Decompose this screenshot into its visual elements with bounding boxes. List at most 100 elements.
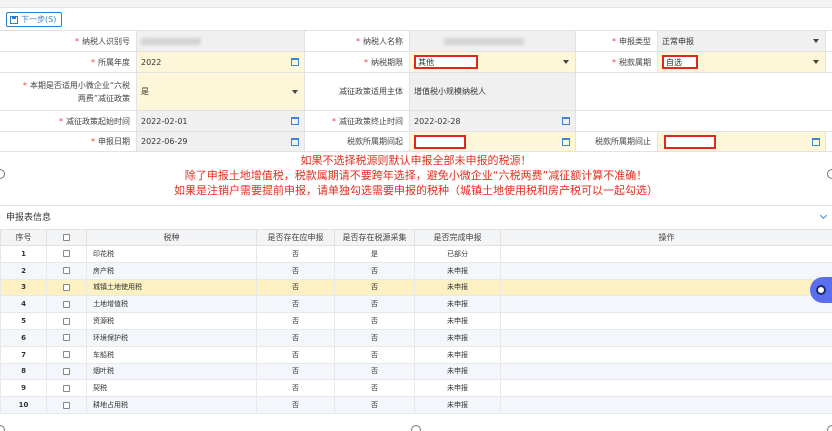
- policy-start-label: * 减征政策起始时间: [0, 111, 137, 131]
- table-row[interactable]: 3 城镇土地使用税否否未申报: [0, 278, 832, 297]
- policy-start-field[interactable]: 2022-02-01: [137, 111, 305, 131]
- row-declare-status: 未申报: [414, 278, 501, 297]
- row-select-checkbox[interactable]: [63, 300, 70, 308]
- period-select[interactable]: 其他: [410, 52, 576, 72]
- next-step-button[interactable]: 下一步(S): [6, 12, 62, 27]
- col-tax-header: 税种: [86, 229, 257, 246]
- row-select-checkbox[interactable]: [63, 283, 70, 291]
- resize-handle[interactable]: [411, 425, 421, 431]
- row-tax-name: 耕地占用税: [86, 396, 257, 414]
- resize-handle[interactable]: [827, 425, 832, 431]
- top-strip: [0, 0, 832, 8]
- period-start-field[interactable]: [410, 132, 576, 151]
- declare-date-field[interactable]: 2022-06-29: [137, 132, 305, 151]
- row-checkbox[interactable]: [46, 362, 87, 381]
- row-source-collected: 否: [334, 362, 415, 381]
- row-select-checkbox[interactable]: [63, 334, 70, 342]
- policy-end-field[interactable]: 2022-02-28: [410, 111, 576, 131]
- row-checkbox[interactable]: [46, 328, 87, 347]
- period-end-field[interactable]: [658, 132, 826, 151]
- declaration-table: 序号 税种 是否存在应申报 是否存在税源采集 是否完成申报 操作 1 印花税否是已…: [0, 229, 832, 414]
- table-row[interactable]: 5 资源税否否未申报: [0, 312, 832, 330]
- declare-type-select[interactable]: 正常申报: [658, 31, 826, 51]
- row-index: 1: [0, 245, 47, 263]
- table-row[interactable]: 7 车船税否否未申报: [0, 345, 832, 364]
- row-operation: [500, 245, 832, 263]
- chevron-down-icon: [813, 60, 819, 64]
- row-operation: [500, 312, 832, 330]
- resize-handle-right[interactable]: [827, 169, 832, 179]
- row-source-collected: 否: [334, 278, 415, 297]
- table-row[interactable]: 6 环境保护税否否未申报: [0, 328, 832, 347]
- row-select-checkbox[interactable]: [63, 401, 70, 409]
- row-source-collected: 否: [334, 345, 415, 364]
- table-row[interactable]: 10 耕地占用税否否未申报: [0, 396, 832, 414]
- section-title: 申报表信息: [6, 213, 52, 223]
- policy-subject-label: 减征政策适用主体: [305, 73, 410, 110]
- row-declare-status: 未申报: [414, 362, 501, 381]
- row-tax-name: 环境保护税: [86, 328, 257, 347]
- calendar-icon[interactable]: [562, 137, 570, 146]
- row-select-checkbox[interactable]: [63, 317, 70, 325]
- table-row[interactable]: 1 印花税否是已部分: [0, 245, 832, 263]
- row-checkbox[interactable]: [46, 345, 87, 364]
- table-row[interactable]: 4 土地增值税否否未申报: [0, 295, 832, 314]
- tax-period-select[interactable]: 自选: [658, 52, 826, 72]
- year-field[interactable]: 2022: [137, 52, 305, 72]
- row-should-declare: 否: [256, 295, 335, 314]
- row-checkbox[interactable]: [46, 379, 87, 398]
- row-checkbox[interactable]: [46, 312, 87, 330]
- chat-assistant-button[interactable]: [810, 277, 832, 303]
- row-source-collected: 否: [334, 396, 415, 414]
- row-tax-name: 车船税: [86, 345, 257, 364]
- row-index: 6: [0, 328, 47, 347]
- row-declare-status: 未申报: [414, 396, 501, 414]
- table-row[interactable]: 8 烟叶税否否未申报: [0, 362, 832, 381]
- policy-end-label: * 减征政策终止时间: [305, 111, 410, 131]
- row-source-collected: 否: [334, 295, 415, 314]
- table-header-row: 序号 税种 是否存在应申报 是否存在税源采集 是否完成申报 操作: [0, 229, 832, 246]
- row-source-collected: 否: [334, 261, 415, 280]
- select-all-checkbox[interactable]: [63, 234, 70, 241]
- section-header[interactable]: 申报表信息: [0, 205, 832, 227]
- calendar-icon[interactable]: [291, 58, 299, 66]
- row-index: 3: [0, 278, 47, 297]
- row-checkbox[interactable]: [46, 261, 87, 280]
- table-row[interactable]: 9 契税否否未申报: [0, 379, 832, 398]
- next-step-label: 下一步(S): [21, 15, 57, 24]
- row-checkbox[interactable]: [46, 245, 87, 263]
- row-declare-status: 未申报: [414, 295, 501, 314]
- row-should-declare: 否: [256, 245, 335, 263]
- row-tax-name: 城镇土地使用税: [86, 278, 257, 297]
- declare-type-label: * 申报类型: [576, 31, 658, 51]
- row-select-checkbox[interactable]: [63, 384, 70, 392]
- row-should-declare: 否: [256, 345, 335, 364]
- row-checkbox[interactable]: [46, 295, 87, 314]
- row-tax-name: 资源税: [86, 312, 257, 330]
- row-checkbox[interactable]: [46, 396, 87, 414]
- row-select-checkbox[interactable]: [63, 267, 70, 275]
- row-select-checkbox[interactable]: [63, 250, 70, 258]
- row-select-checkbox[interactable]: [63, 367, 70, 375]
- row-source-collected: 否: [334, 328, 415, 347]
- calendar-icon[interactable]: [812, 137, 820, 146]
- period-label: * 纳税期限: [305, 52, 410, 72]
- resize-handle[interactable]: [0, 425, 5, 431]
- calendar-icon[interactable]: [291, 117, 299, 125]
- row-declare-status: 未申报: [414, 328, 501, 347]
- row-should-declare: 否: [256, 261, 335, 280]
- table-row[interactable]: 2 房产税否否未申报: [0, 261, 832, 280]
- toolbar: 下一步(S): [0, 8, 832, 30]
- period-end-label: 税款所属期间止: [576, 132, 658, 151]
- small-biz-select[interactable]: 是: [137, 73, 305, 110]
- chevron-down-icon[interactable]: [819, 211, 828, 220]
- notice-line-2: 除了申报土地增值税，税款属期请不要跨年选择，避免小微企业“六税两费”减征额计算不…: [184, 169, 648, 182]
- declare-date-label: * 申报日期: [0, 132, 137, 151]
- year-label: * 所属年度: [0, 52, 137, 72]
- row-select-checkbox[interactable]: [63, 351, 70, 359]
- calendar-icon[interactable]: [562, 117, 570, 125]
- form-row-5: * 申报日期 2022-06-29 税款所属期间起 税款所属期间止: [0, 131, 832, 152]
- calendar-icon[interactable]: [291, 137, 299, 146]
- row-checkbox[interactable]: [46, 278, 87, 297]
- row-index: 4: [0, 295, 47, 314]
